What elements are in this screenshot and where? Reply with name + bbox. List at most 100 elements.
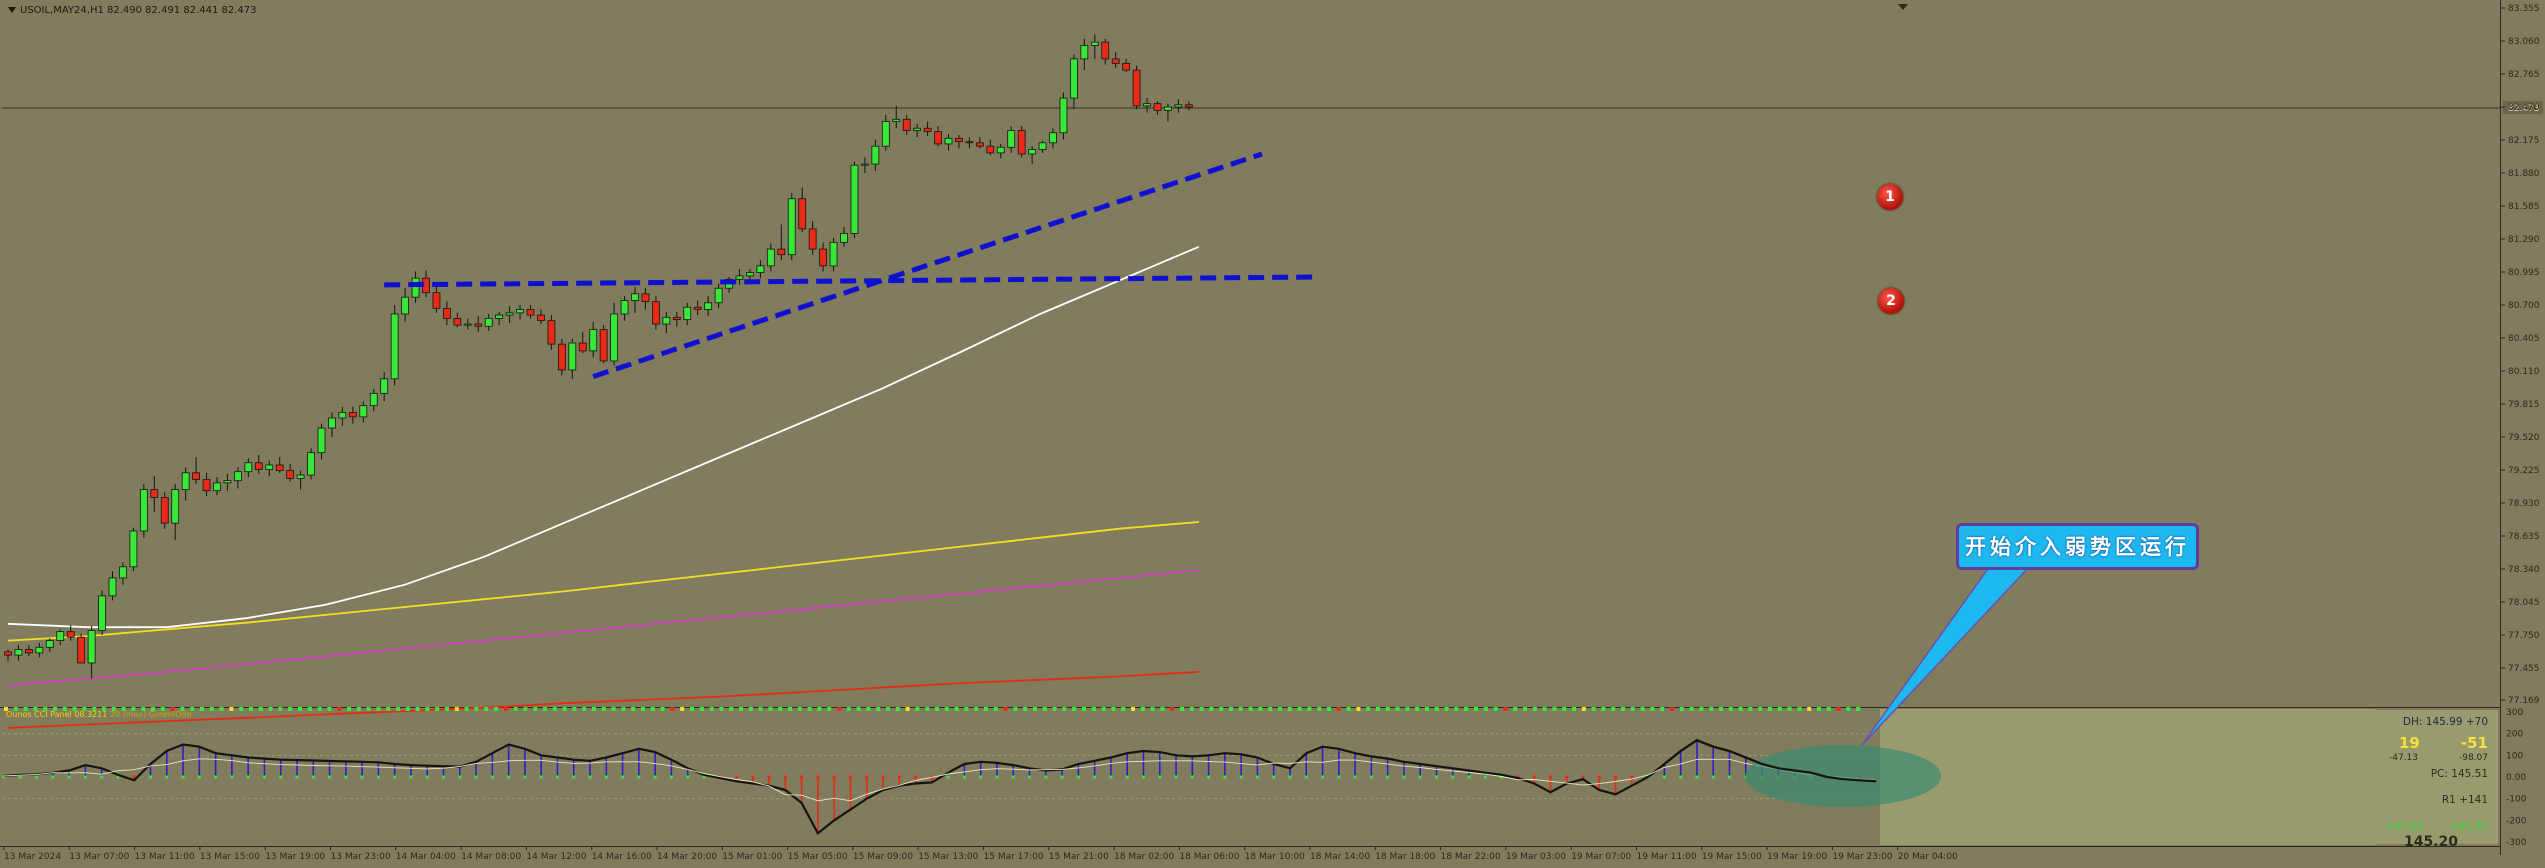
oscillator-dot xyxy=(876,707,881,711)
oscillator-dot xyxy=(376,707,381,711)
oscillator-dot xyxy=(670,707,675,711)
oscillator-zero-dot xyxy=(539,775,543,779)
oscillator-dot xyxy=(1101,707,1106,711)
oscillator-dot xyxy=(386,707,391,711)
oscillator-dot xyxy=(1405,707,1410,711)
oscillator-dot xyxy=(680,707,685,711)
oscillator-zero-dot xyxy=(1727,775,1731,779)
oscillator-dot xyxy=(1376,707,1380,711)
candle-body xyxy=(275,464,284,471)
candle-body xyxy=(996,146,1005,154)
candle-body xyxy=(87,630,96,664)
candle-body xyxy=(390,313,399,380)
oscillator-zero-dot xyxy=(962,775,966,779)
oscillator-dot xyxy=(454,707,459,711)
oscillator-dot xyxy=(1219,707,1224,711)
oscillator-dot xyxy=(425,707,430,711)
oscillator-dot xyxy=(1327,707,1331,711)
oscillator-dot xyxy=(1121,707,1126,711)
oscillator-zero-dot xyxy=(1093,775,1097,779)
candle-body xyxy=(777,248,786,256)
candle-body xyxy=(1059,97,1068,134)
candle xyxy=(599,325,608,364)
oscillator-dot xyxy=(1748,707,1753,711)
oscillator-scale-label: 300 xyxy=(2506,708,2523,718)
candle-body xyxy=(672,316,681,320)
oscillator-dot xyxy=(415,707,420,711)
price-tick-label: 81.880 xyxy=(2508,169,2540,179)
price-tick-label: 79.815 xyxy=(2508,400,2540,410)
oscillator-dot xyxy=(494,707,498,711)
candle-body xyxy=(233,471,242,482)
candle-body xyxy=(1028,149,1036,155)
oscillator-zero-dot xyxy=(425,775,429,779)
oscillator-dot xyxy=(886,707,890,711)
time-tick-label: 13 Mar 15:00 xyxy=(200,852,260,862)
dropdown-triangle-icon xyxy=(8,7,16,13)
candle-body xyxy=(829,241,838,267)
oscillator-dot xyxy=(513,707,518,711)
oscillator-dot xyxy=(1689,707,1694,711)
time-axis: 13 Mar 2024 13 Mar 07:00 13 Mar 11:00 13 Ma… xyxy=(3,846,1958,862)
oscillator-zero-dot xyxy=(816,775,820,779)
oscillator-dot xyxy=(1493,707,1498,711)
candle-body xyxy=(975,142,984,147)
candle-body xyxy=(213,482,221,492)
oscillator-zero-dot xyxy=(1125,775,1129,779)
oscillator-dot xyxy=(748,707,753,711)
oscillator-dot xyxy=(1591,707,1596,711)
candle-body xyxy=(704,302,713,310)
candle-body xyxy=(568,342,577,371)
oscillator-dot xyxy=(1699,707,1704,711)
oscillator-dot xyxy=(327,707,332,711)
candle-body xyxy=(923,127,932,133)
oscillator-dot xyxy=(219,707,224,711)
candle-body xyxy=(610,313,618,362)
oscillator-dot xyxy=(621,707,626,711)
oscillator-line xyxy=(3,738,1877,835)
candle-body xyxy=(631,293,639,301)
candle-body xyxy=(620,300,629,315)
oscillator-dot xyxy=(1199,707,1204,711)
oscillator-dot xyxy=(366,707,371,711)
price-tick-label: 80.110 xyxy=(2508,367,2540,377)
oscillator-dot xyxy=(1621,707,1625,711)
oscillator-zero-dot xyxy=(51,775,55,779)
price-tick-label: 77.169 xyxy=(2508,696,2540,706)
candle-body xyxy=(77,636,86,664)
oscillator-zero-dot xyxy=(1467,775,1471,779)
candle-body xyxy=(108,577,117,597)
indicator-shaded-area xyxy=(1880,709,2375,845)
oscillator-scale-label: -100 xyxy=(2506,795,2527,805)
candle-body xyxy=(516,309,524,314)
candle-body xyxy=(286,470,295,479)
oscillator-zero-dot xyxy=(35,775,39,779)
price-tick-label: 82.175 xyxy=(2508,136,2540,146)
price-tick-label: 78.340 xyxy=(2508,565,2540,575)
oscillator-dot xyxy=(1140,707,1145,711)
oscillator-dot xyxy=(239,707,244,711)
chart-canvas[interactable]: 82.473 3002001000.00-100-200-300 83.3558… xyxy=(0,0,2545,868)
oscillator-zero-dot xyxy=(1304,775,1308,779)
candle-body xyxy=(150,489,159,498)
candle-body xyxy=(35,646,44,654)
candle-body xyxy=(474,323,483,327)
oscillator-dot xyxy=(1003,707,1008,711)
oscillator-dot xyxy=(1777,707,1782,711)
oscillator-dot xyxy=(503,707,508,711)
candle-body xyxy=(369,392,378,407)
candle-body xyxy=(683,306,692,320)
candle xyxy=(77,633,86,664)
oscillator-dot xyxy=(699,707,704,711)
oscillator-dot xyxy=(788,707,792,711)
candle-body xyxy=(934,131,942,145)
candle-body xyxy=(98,595,106,631)
candle-body xyxy=(840,233,848,243)
candle-body xyxy=(1132,69,1141,107)
candle-body xyxy=(547,320,556,345)
time-tick-label: 13 Mar 19:00 xyxy=(265,852,325,862)
chart-window[interactable]: 82.473 300 200 100 0.00 -100 -200 -300 83.355 8… xyxy=(0,0,2545,868)
oscillator-zero-dot xyxy=(865,775,869,779)
candle-body xyxy=(652,301,660,325)
oscillator-zero-dot xyxy=(653,775,657,779)
